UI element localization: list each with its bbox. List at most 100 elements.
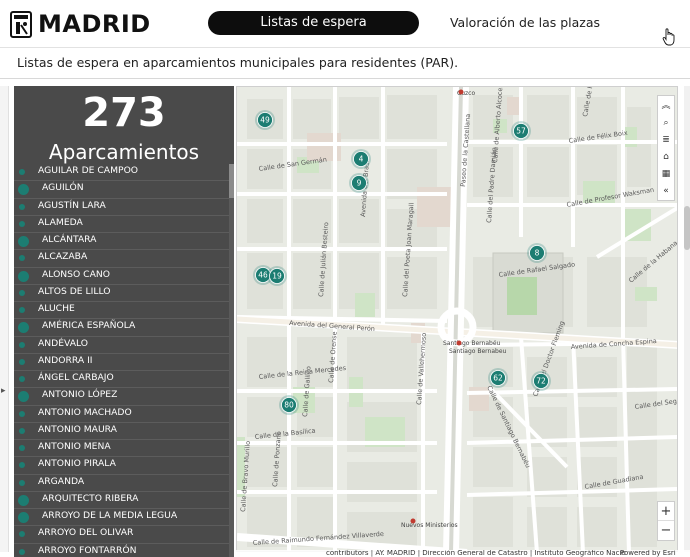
parking-list-item-label: AGUSTÍN LARA	[38, 199, 106, 211]
cluster-count: 8	[535, 249, 540, 258]
madrid-logo[interactable]: MADRID	[10, 8, 151, 40]
marker-dot-icon	[18, 322, 29, 334]
parking-list-item[interactable]: AGUILAR DE CAMPOO	[14, 164, 230, 182]
cluster-count: 57	[516, 127, 526, 136]
parking-list-item[interactable]: ANTONIO PIRALA	[14, 457, 230, 475]
map-view[interactable]: Calle de San Germán Avenida del Brasil C…	[236, 86, 678, 552]
parking-list-item[interactable]: ARROYO DE LA MEDIA LEGUA	[14, 509, 230, 527]
search-icon[interactable]: ⌕	[658, 115, 674, 132]
marker-dot-icon	[19, 203, 25, 210]
parking-list-item[interactable]: ALUCHE	[14, 302, 230, 320]
parking-list-panel: 273 Aparcamientos AGUILAR DE CAMPOO AGUIL…	[14, 86, 234, 557]
parking-list-item-label: ARROYO DEL OLIVAR	[38, 527, 134, 539]
parking-list-item[interactable]: ANTONIO LÓPEZ	[14, 388, 230, 406]
marker-dot-icon	[19, 445, 25, 451]
panel-scrollbar[interactable]	[229, 164, 234, 557]
parking-list-item[interactable]: ANTONIO MACHADO	[14, 406, 230, 423]
poi-nuevos-ministerios: Nuevos Ministerios	[401, 522, 458, 529]
parking-list-item[interactable]: AGUILÓN	[14, 181, 230, 199]
parking-list-item-label: AGUILAR DE CAMPOO	[38, 165, 139, 176]
parking-list-item[interactable]: ALTOS DE LILLO	[14, 285, 230, 302]
collapse-left-icon[interactable]: «	[658, 183, 674, 200]
parking-list-item[interactable]: ALCÁNTARA	[14, 233, 230, 251]
parking-list-item[interactable]: ANDORRA II	[14, 354, 230, 371]
parking-list-item-label: ANTONIO MAURA	[38, 423, 117, 435]
cluster-count: 80	[284, 401, 294, 410]
parking-list-item[interactable]: ARGANDA	[14, 475, 230, 492]
chevron-right-icon: ▸	[1, 386, 6, 396]
map-canvas[interactable]: Calle de San Germán Avenida del Brasil C…	[237, 87, 678, 552]
left-collapse-handle[interactable]: ▸	[0, 86, 9, 552]
parking-cluster-marker[interactable]: 9	[349, 173, 369, 193]
marker-dot-icon	[18, 236, 29, 247]
parking-list-item[interactable]: ALAMEDA	[14, 216, 230, 233]
cluster-count: 9	[357, 179, 362, 188]
parking-list-item-label: AMÉRICA ESPAÑOLA	[42, 320, 136, 332]
marker-dot-icon	[19, 169, 25, 175]
parking-list-item-label: ANTONIO PIRALA	[38, 458, 116, 470]
parking-cluster-marker[interactable]: 72	[531, 371, 551, 391]
marker-dot-icon	[18, 494, 29, 506]
marker-dot-icon	[19, 376, 25, 382]
parking-list-item-label: ÁNGEL CARBAJO	[38, 372, 114, 383]
marker-dot-icon	[19, 307, 25, 313]
parking-list-item[interactable]: ÁNGEL CARBAJO	[14, 371, 230, 389]
cluster-count: 72	[536, 377, 546, 386]
panel-scrollbar-thumb[interactable]	[229, 164, 234, 198]
parking-cluster-marker[interactable]: 57	[511, 121, 531, 141]
app-header: MADRID Listas de espera Valoración de la…	[0, 0, 690, 48]
parking-cluster-marker[interactable]: 8	[527, 243, 547, 263]
parking-list-item-label: ANDÉVALO	[38, 337, 89, 349]
parking-list-item[interactable]: ARROYO FONTARRÓN	[14, 544, 230, 557]
attribution-text: contributors | AY. MADRID | Dirección Ge…	[326, 550, 626, 557]
marker-dot-icon	[19, 427, 25, 434]
parking-list-item[interactable]: ALCAZABA	[14, 250, 230, 268]
parking-cluster-marker[interactable]: 19	[267, 266, 287, 286]
marker-dot-icon	[19, 289, 25, 296]
list-icon[interactable]: ≣	[658, 132, 674, 149]
marker-dot-icon	[18, 391, 29, 403]
parking-list-item-label: ALAMEDA	[38, 216, 83, 228]
parking-list-item[interactable]: ARROYO DEL OLIVAR	[14, 526, 230, 544]
parking-list-item[interactable]: AMÉRICA ESPAÑOLA	[14, 319, 230, 337]
marker-dot-icon	[19, 531, 25, 538]
page-subtitle: Listas de espera en aparcamientos munici…	[17, 55, 459, 70]
parking-list-item-label: ALUCHE	[38, 303, 75, 314]
map-attribution: contributors | AY. MADRID | Dirección Ge…	[236, 550, 690, 557]
parking-list-item[interactable]: ANTONIO MAURA	[14, 423, 230, 440]
marker-dot-icon	[19, 220, 25, 227]
map-toolbar: ︽ ⌕ ≣ ⌂ ▦ «	[657, 95, 675, 201]
parking-list-item[interactable]: ANTONIO MENA	[14, 440, 230, 458]
chevron-up-icon[interactable]: ︽	[658, 98, 674, 115]
home-icon[interactable]: ⌂	[658, 149, 674, 166]
cluster-count: 62	[493, 374, 503, 383]
parking-list-item-label: AGUILÓN	[42, 182, 84, 194]
parking-list-item[interactable]: ARQUITECTO RIBERA	[14, 492, 230, 509]
page-scrollbar-thumb[interactable]	[684, 206, 690, 250]
parking-cluster-marker[interactable]: 80	[279, 395, 299, 415]
parking-count-label: Aparcamientos	[48, 140, 200, 164]
qr-code-icon[interactable]: ▦	[658, 166, 674, 183]
parking-list-item-label: ALCAZABA	[38, 251, 88, 263]
parking-cluster-marker[interactable]: 4	[351, 149, 371, 169]
cluster-count: 4	[359, 155, 364, 164]
zoom-out-button[interactable]: −	[658, 521, 674, 540]
parking-list-item[interactable]: ALONSO CANO	[14, 268, 230, 285]
parking-list-item-label: ALCÁNTARA	[42, 234, 97, 245]
parking-list-item[interactable]: ANDÉVALO	[14, 337, 230, 354]
tab-valoracion-de-las-plazas[interactable]: Valoración de las plazas	[440, 11, 610, 35]
cluster-count: 19	[272, 272, 282, 281]
parking-list-item[interactable]: AGUSTÍN LARA	[14, 199, 230, 216]
parking-list: AGUILAR DE CAMPOO AGUILÓN AGUSTÍN LARA ALAM…	[14, 164, 230, 557]
logo-text: MADRID	[38, 10, 151, 38]
parking-cluster-marker[interactable]: 49	[255, 110, 275, 130]
parking-list-item-label: ANTONIO MACHADO	[38, 406, 132, 418]
marker-dot-icon	[18, 270, 29, 282]
powered-by-esri[interactable]: Powered by Esri	[620, 550, 676, 557]
parking-list-item-label: ARROYO DE LA MEDIA LEGUA	[42, 510, 178, 521]
zoom-in-button[interactable]: +	[658, 502, 674, 521]
marker-dot-icon	[19, 462, 25, 469]
page-scrollbar[interactable]	[684, 86, 690, 552]
tab-listas-de-espera[interactable]: Listas de espera	[208, 11, 419, 35]
parking-cluster-marker[interactable]: 62	[488, 368, 508, 388]
